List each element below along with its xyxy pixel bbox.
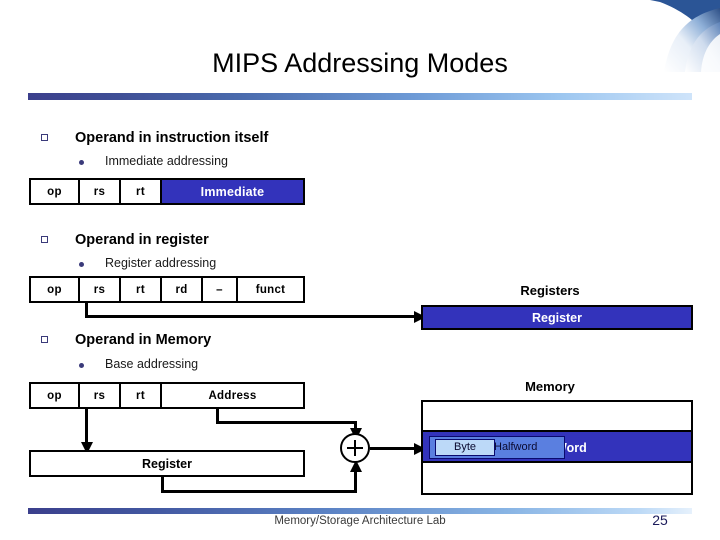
- title-underline-rule: [28, 93, 692, 100]
- registers-caption: Registers: [520, 283, 580, 298]
- memory-caption: Memory: [525, 379, 575, 394]
- footer-rule: [28, 508, 692, 514]
- subbullet-register-addressing: Register addressing: [79, 256, 217, 270]
- dot-bullet-icon: [79, 262, 84, 267]
- page-number: 25: [652, 512, 668, 528]
- field-funct: funct: [238, 278, 303, 301]
- square-bullet-icon: [41, 236, 48, 243]
- field-rs: rs: [80, 180, 121, 203]
- subbullet-immediate-addressing: Immediate addressing: [79, 154, 228, 168]
- wire-address-right: [216, 421, 357, 424]
- dot-bullet-icon: [79, 160, 84, 165]
- slide-title: MIPS Addressing Modes: [212, 48, 508, 78]
- memory-row-below: [421, 463, 693, 495]
- memory-row-above: [421, 400, 693, 432]
- field-rs: rs: [80, 278, 121, 301]
- section-heading-text: Operand in Memory: [75, 332, 212, 348]
- subbullet-text: Base addressing: [105, 357, 199, 371]
- field-rs: rs: [80, 384, 121, 407]
- field-op: op: [31, 278, 80, 301]
- field-op: op: [31, 384, 80, 407]
- memory-byte-label: Byte: [453, 441, 476, 453]
- wire-adder-to-memory: [370, 447, 420, 450]
- memory-halfword-label: Halfword: [494, 441, 538, 453]
- slide-canvas: MIPS Addressing Modes Operand in instruc…: [0, 0, 720, 540]
- subbullet-text: Immediate addressing: [105, 154, 228, 168]
- registers-selected-entry: Register: [421, 305, 693, 330]
- field-rt: rt: [121, 180, 162, 203]
- base-register-box: Register: [29, 450, 305, 477]
- field-address: Address: [162, 384, 303, 407]
- field-rt: rt: [121, 384, 162, 407]
- instruction-format-register: op rs rt rd – funct: [29, 276, 305, 303]
- plus-icon-vertical: [353, 440, 356, 456]
- section-heading-register: Operand in register: [41, 232, 209, 248]
- field-immediate: Immediate: [162, 180, 303, 203]
- field-shamt: –: [203, 278, 238, 301]
- instruction-format-base: op rs rt Address: [29, 382, 305, 409]
- square-bullet-icon: [41, 336, 48, 343]
- section-heading-text: Operand in instruction itself: [75, 130, 269, 146]
- dot-bullet-icon: [79, 363, 84, 368]
- field-op: op: [31, 180, 80, 203]
- subbullet-text: Register addressing: [105, 256, 217, 270]
- section-heading-memory: Operand in Memory: [41, 332, 212, 348]
- wire-register-down: [161, 477, 164, 492]
- field-rt: rt: [121, 278, 162, 301]
- section-heading-text: Operand in register: [75, 232, 209, 248]
- section-heading-immediate: Operand in instruction itself: [41, 130, 269, 146]
- adder-node: [340, 433, 370, 463]
- square-bullet-icon: [41, 134, 48, 141]
- wire-register-right: [161, 490, 357, 493]
- subbullet-base-addressing: Base addressing: [79, 357, 199, 371]
- wire-rs-right: [85, 315, 421, 318]
- field-rd: rd: [162, 278, 203, 301]
- footer-label: Memory/Storage Architecture Lab: [274, 515, 446, 527]
- instruction-format-immediate: op rs rt Immediate: [29, 178, 305, 205]
